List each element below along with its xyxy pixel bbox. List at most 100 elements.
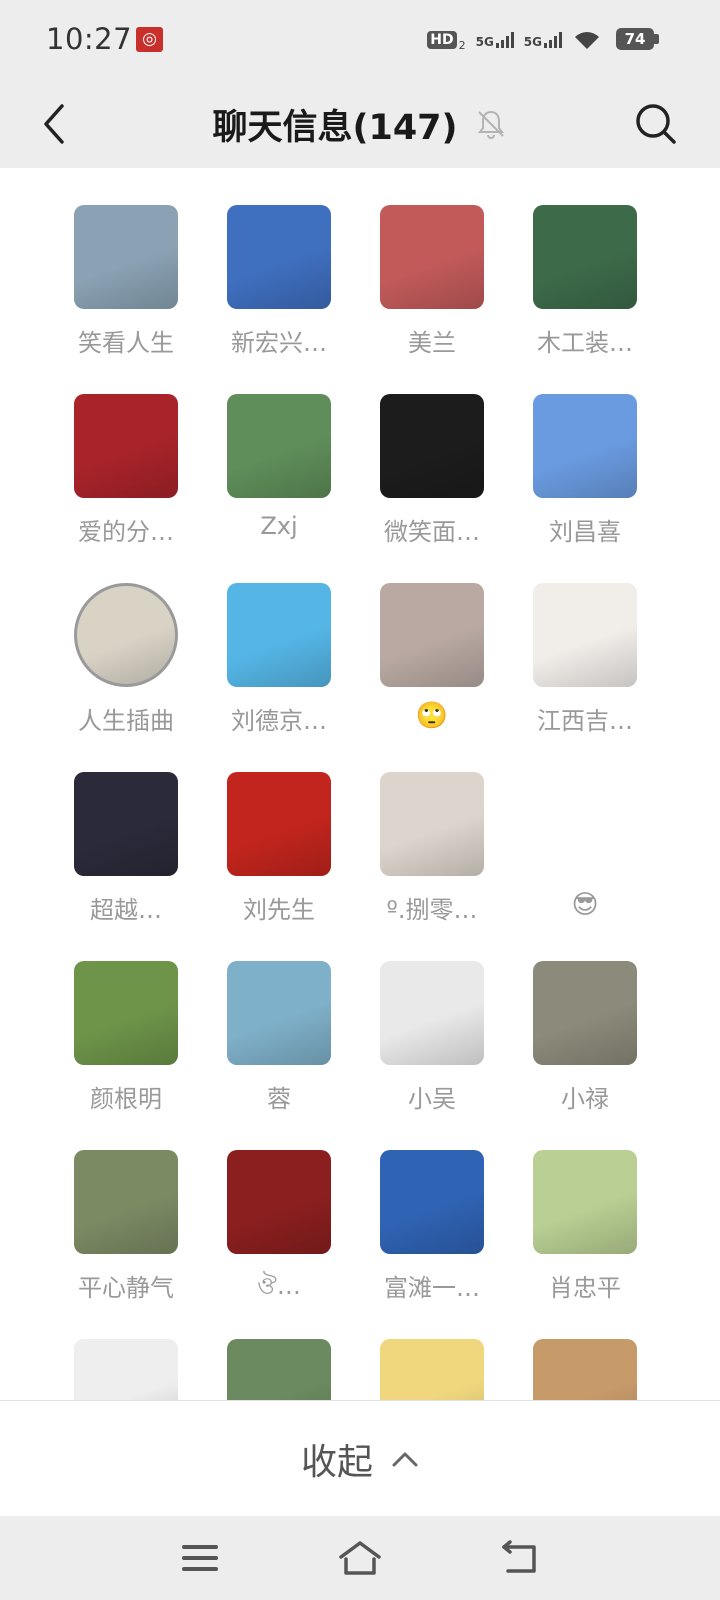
member-avatar[interactable] bbox=[380, 961, 484, 1065]
member-item[interactable]: 小吴 bbox=[356, 961, 506, 1113]
menu-icon bbox=[182, 1545, 218, 1571]
page-title: 聊天信息(147) bbox=[212, 107, 458, 148]
hd-badge: HD bbox=[427, 31, 457, 49]
member-avatar[interactable] bbox=[533, 1339, 637, 1400]
member-name: 蓉 bbox=[267, 1085, 291, 1113]
member-item[interactable] bbox=[356, 1339, 506, 1400]
back-arrow-icon bbox=[502, 1540, 536, 1573]
member-name: 🙄 bbox=[415, 701, 449, 731]
member-item[interactable]: 肖忠平 bbox=[509, 1150, 659, 1302]
member-name: 江西吉… bbox=[537, 707, 633, 735]
member-name: º.捌零… bbox=[386, 896, 478, 924]
chevron-up-icon bbox=[392, 1452, 418, 1467]
member-item[interactable]: 小禄 bbox=[509, 961, 659, 1113]
member-item[interactable]: 刘德京… bbox=[203, 583, 353, 735]
member-avatar[interactable] bbox=[74, 1150, 178, 1254]
member-avatar[interactable] bbox=[533, 1150, 637, 1254]
member-name: 超越… bbox=[90, 896, 162, 924]
member-item[interactable]: 爱的分… bbox=[50, 394, 200, 546]
member-avatar[interactable] bbox=[380, 772, 484, 876]
member-avatar[interactable] bbox=[227, 1150, 331, 1254]
member-name: 颜根明 bbox=[90, 1085, 162, 1113]
member-avatar[interactable] bbox=[74, 961, 178, 1065]
member-name: 平心静气 bbox=[78, 1274, 174, 1302]
nav-bar: 聊天信息(147) bbox=[0, 80, 720, 168]
member-avatar[interactable] bbox=[380, 583, 484, 687]
member-avatar[interactable] bbox=[74, 1339, 178, 1400]
member-item[interactable]: 笑看人生 bbox=[50, 205, 200, 357]
member-item[interactable]: 蓉 bbox=[203, 961, 353, 1113]
member-item[interactable]: 🙄 bbox=[356, 583, 506, 733]
member-avatar[interactable] bbox=[380, 1150, 484, 1254]
member-name: 笑看人生 bbox=[78, 329, 174, 357]
status-time: 10:27 bbox=[46, 22, 133, 56]
member-name: 刘德京… bbox=[231, 707, 327, 735]
home-button[interactable] bbox=[336, 1536, 384, 1580]
member-item[interactable]: ঔ… bbox=[203, 1150, 353, 1300]
chevron-left-icon bbox=[44, 104, 64, 144]
member-item[interactable] bbox=[203, 1339, 353, 1400]
member-item[interactable]: 刘先生 bbox=[203, 772, 353, 924]
signal-sim1-icon: 5G bbox=[476, 32, 514, 48]
wifi-icon bbox=[575, 32, 599, 49]
member-avatar[interactable] bbox=[74, 394, 178, 498]
member-item[interactable]: 颜根明 bbox=[50, 961, 200, 1113]
member-avatar[interactable] bbox=[227, 1339, 331, 1400]
collapse-panel: 收起 bbox=[0, 1400, 720, 1516]
member-item[interactable]: 微笑面… bbox=[356, 394, 506, 546]
battery-indicator: 74 bbox=[616, 28, 654, 50]
member-item[interactable]: 美兰 bbox=[356, 205, 506, 357]
member-name: 肖忠平 bbox=[549, 1274, 621, 1302]
member-name: 小吴 bbox=[408, 1085, 456, 1113]
member-item[interactable]: 江西吉… bbox=[509, 583, 659, 735]
member-avatar[interactable] bbox=[380, 394, 484, 498]
member-item[interactable] bbox=[50, 1339, 200, 1400]
member-item[interactable]: 😎 bbox=[509, 772, 659, 922]
member-avatar[interactable] bbox=[74, 583, 178, 687]
member-name: 富滩一… bbox=[384, 1274, 480, 1302]
collapse-label: 收起 bbox=[300, 1442, 373, 1483]
member-name: ঔ… bbox=[257, 1272, 301, 1300]
member-avatar[interactable] bbox=[380, 205, 484, 309]
member-item[interactable]: 木工装… bbox=[509, 205, 659, 357]
member-avatar[interactable] bbox=[74, 772, 178, 876]
member-item[interactable]: 超越… bbox=[50, 772, 200, 924]
collapse-button[interactable]: 收起 bbox=[0, 1401, 720, 1517]
system-back-button[interactable] bbox=[496, 1536, 544, 1580]
member-avatar[interactable] bbox=[227, 583, 331, 687]
member-name: 人生插曲 bbox=[78, 707, 174, 735]
battery-tip bbox=[654, 34, 659, 44]
member-name: 微笑面… bbox=[384, 518, 480, 546]
member-avatar[interactable] bbox=[533, 583, 637, 687]
member-item[interactable]: Zxj bbox=[203, 394, 353, 544]
member-item[interactable]: 人生插曲 bbox=[50, 583, 200, 735]
member-avatar[interactable] bbox=[227, 772, 331, 876]
member-avatar[interactable] bbox=[533, 772, 637, 876]
search-icon bbox=[636, 104, 676, 144]
member-name: 小禄 bbox=[561, 1085, 609, 1113]
member-name: 😎 bbox=[571, 890, 599, 920]
member-item[interactable] bbox=[509, 1339, 659, 1400]
menu-button[interactable] bbox=[176, 1536, 224, 1580]
member-avatar[interactable] bbox=[227, 961, 331, 1065]
member-avatar[interactable] bbox=[227, 205, 331, 309]
member-avatar[interactable] bbox=[533, 961, 637, 1065]
member-item[interactable]: 刘昌喜 bbox=[509, 394, 659, 546]
member-item[interactable]: 新宏兴… bbox=[203, 205, 353, 357]
search-button[interactable] bbox=[626, 94, 686, 154]
member-avatar[interactable] bbox=[227, 394, 331, 498]
member-item[interactable]: º.捌零… bbox=[356, 772, 506, 924]
member-avatar[interactable] bbox=[533, 205, 637, 309]
member-grid: 笑看人生 新宏兴… 美兰 木工装… 爱的分… Zxj 微笑面… 刘昌喜人生插曲 刘德京… 🙄 江西吉… bbox=[0, 168, 720, 1400]
member-item[interactable]: 富滩一… bbox=[356, 1150, 506, 1302]
member-item[interactable]: 平心静气 bbox=[50, 1150, 200, 1302]
member-avatar[interactable] bbox=[533, 394, 637, 498]
member-avatar[interactable] bbox=[380, 1339, 484, 1400]
member-avatar[interactable] bbox=[74, 205, 178, 309]
status-bar: 10:27 ◎ HD 2 5G 5G 74 bbox=[0, 0, 720, 80]
signal-sim2-icon: 5G bbox=[524, 32, 562, 48]
member-name: 木工装… bbox=[537, 329, 633, 357]
member-name: Zxj bbox=[260, 512, 298, 540]
back-button[interactable] bbox=[24, 94, 84, 154]
member-name: 刘昌喜 bbox=[549, 518, 621, 546]
